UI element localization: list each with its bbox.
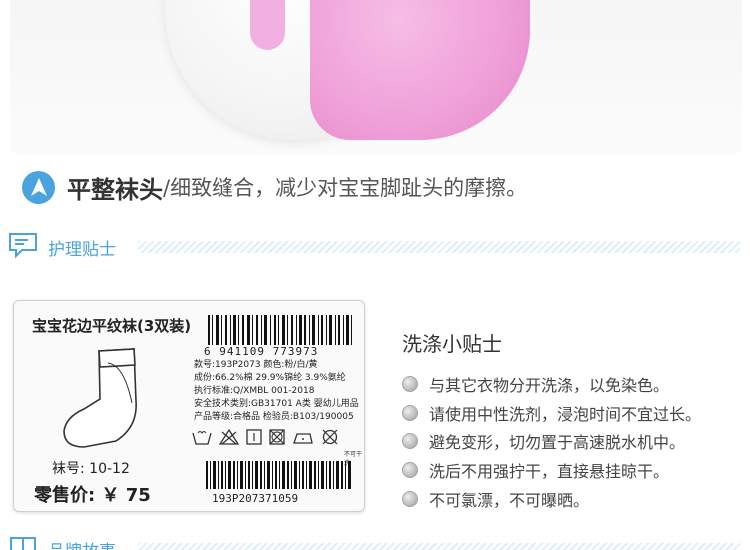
- book-icon: [8, 534, 38, 550]
- tip-text: 洗后不用强拧干，直接悬挂晾干。: [429, 462, 670, 482]
- product-label-card: 宝宝花边平纹袜(3双装) 6 941109 773973 款号:193P2073…: [13, 300, 365, 512]
- label-info: 款号:193P2073 颜色:粉/白/黄 成份:66.2%棉 29.9%锦纶 3…: [194, 359, 364, 424]
- arrow-up-icon: [22, 170, 55, 204]
- ean-number: 6 941109 773973: [204, 345, 319, 358]
- info-line: 安全技术类别:GB31701 A类 婴幼儿用品: [194, 399, 359, 409]
- line-dry-icon: [246, 429, 262, 445]
- care-symbols: [192, 429, 339, 445]
- feature-description: /细致缝合，减少对宝宝脚趾头的摩擦。: [163, 176, 528, 200]
- tip-text: 与其它衣物分开洗涤，以免染色。: [429, 376, 670, 396]
- label-title: 宝宝花边平纹袜(3双装): [32, 317, 192, 335]
- section-title-brand: 品牌故事: [48, 537, 116, 550]
- feature-row: 平整袜头 /细致缝合，减少对宝宝脚趾头的摩擦。: [22, 168, 527, 206]
- feature-title: 平整袜头: [67, 175, 163, 204]
- tip-text: 避免变形，切勿置于高速脱水机中。: [429, 433, 686, 453]
- bullet-icon: [402, 490, 418, 507]
- size-text: 袜号: 10-12: [52, 461, 130, 477]
- barcode-top: [208, 315, 352, 345]
- section-divider: [138, 543, 740, 550]
- no-dry-clean-icon: [322, 429, 338, 445]
- chat-bubble-icon: [8, 232, 38, 262]
- iron-icon: [293, 433, 313, 444]
- list-item: 请使用中性洗剂，浸泡时间不宜过长。: [402, 399, 701, 428]
- bullet-icon: [402, 462, 418, 479]
- sock-illustration-icon: [63, 348, 137, 448]
- list-item: 避免变形，切勿置于高速脱水机中。: [402, 427, 701, 456]
- price-text: 零售价: ￥ 75: [34, 485, 151, 506]
- section-header-care: 护理贴士: [8, 233, 116, 261]
- bullet-icon: [402, 433, 418, 450]
- pink-sock-heel: [310, 0, 530, 140]
- section-divider: [138, 241, 740, 253]
- bullet-icon: [402, 404, 418, 421]
- section-title-care: 护理贴士: [48, 239, 116, 260]
- info-line: 款号:193P2073 颜色:粉/白/黄: [194, 360, 318, 370]
- list-item: 不可氯漂，不可曝晒。: [402, 484, 701, 513]
- section-header-brand: 品牌故事: [8, 535, 116, 550]
- tip-text: 请使用中性洗剂，浸泡时间不宜过长。: [429, 404, 702, 424]
- tips-title: 洗涤小贴士: [402, 332, 502, 356]
- tips-list: 与其它衣物分开洗涤，以免染色。 请使用中性洗剂，浸泡时间不宜过长。 避免变形，切…: [402, 370, 701, 513]
- pink-sock-cuff: [250, 0, 285, 50]
- no-bleach-icon: [219, 429, 239, 445]
- tip-text: 不可氯漂，不可曝晒。: [429, 490, 590, 510]
- barcode-bottom: [206, 461, 351, 489]
- list-item: 洗后不用强拧干，直接悬挂晾干。: [402, 456, 701, 485]
- info-line: 产品等级:合格品 检验员:B103/190005: [194, 412, 354, 422]
- product-code: 193P207371059: [212, 492, 299, 505]
- info-line: 成份:66.2%棉 29.9%锦纶 3.9%氨纶: [194, 373, 346, 383]
- bullet-icon: [402, 376, 418, 393]
- hand-wash-icon: [192, 431, 212, 445]
- product-photo: [10, 0, 742, 155]
- no-tumble-dry-icon: [269, 429, 285, 445]
- list-item: 与其它衣物分开洗涤，以免染色。: [402, 370, 701, 399]
- info-line: 执行标准:Q/XMBL 001-2018: [194, 386, 315, 396]
